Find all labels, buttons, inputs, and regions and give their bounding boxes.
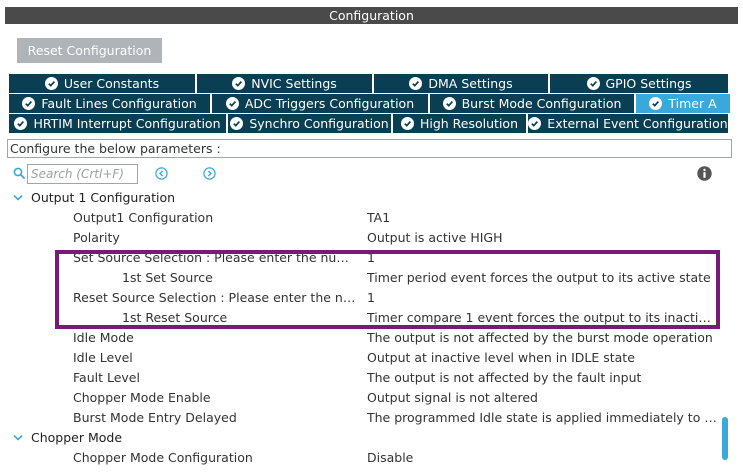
window-title: Configuration xyxy=(5,7,738,24)
tab-timer-a[interactable]: Timer A xyxy=(636,94,730,113)
parameter-name: Idle Level xyxy=(73,350,133,365)
check-circle-icon xyxy=(400,117,414,130)
parameter-row[interactable]: 1st Set Source Timer period event forces … xyxy=(0,268,720,288)
parameter-value[interactable]: Timer period event forces the output to … xyxy=(367,268,717,288)
tab-label: HRTIM Interrupt Configuration xyxy=(33,116,221,131)
tab-label: External Event Configuration xyxy=(547,116,728,131)
parameter-row[interactable]: Burst Mode Entry Delayed The programmed I… xyxy=(0,408,720,428)
parameter-row[interactable]: Output1 Configuration TA1 xyxy=(0,208,720,228)
check-circle-icon xyxy=(22,97,36,110)
parameter-row[interactable]: Reset Source Selection : Please enter th… xyxy=(0,288,720,308)
parameter-row[interactable]: Idle Level Output at inactive level when … xyxy=(0,348,720,368)
parameter-row[interactable]: Fault Level The output is not affected by… xyxy=(0,368,720,388)
parameter-value[interactable]: 1 xyxy=(367,288,717,308)
parameter-value[interactable]: TA1 xyxy=(367,208,717,228)
group-label: Chopper Mode xyxy=(31,430,123,445)
chevron-down-icon[interactable] xyxy=(13,434,23,442)
parameter-row[interactable]: 1st Reset Source Timer compare 1 event fo… xyxy=(0,308,720,328)
check-circle-icon xyxy=(649,97,663,110)
parameter-name: 1st Set Source xyxy=(122,270,213,285)
window-title-bar: Configuration xyxy=(0,0,743,28)
parameter-name: Set Source Selection : Please enter the … xyxy=(73,250,360,265)
parameter-value[interactable]: Output at inactive level when in IDLE st… xyxy=(367,348,717,368)
parameter-name: Chopper Mode Enable xyxy=(73,390,211,405)
search-input[interactable] xyxy=(27,164,138,184)
tab-label: NVIC Settings xyxy=(251,76,337,91)
parameter-name: Chopper Mode Configuration xyxy=(73,450,253,465)
tab-adc-triggers-configuration[interactable]: ADC Triggers Configuration xyxy=(212,94,430,113)
tab-label: Timer A xyxy=(668,96,717,111)
parameter-row[interactable]: Set Source Selection : Please enter the … xyxy=(0,248,720,268)
parameter-name: Output1 Configuration xyxy=(73,210,214,225)
parameters-hint: Configure the below parameters : xyxy=(7,139,732,158)
tab-label: High Resolution xyxy=(419,116,519,131)
tab-label: ADC Triggers Configuration xyxy=(244,96,415,111)
check-circle-icon xyxy=(14,117,28,130)
tree-group-row[interactable]: Chopper Mode xyxy=(0,428,720,448)
parameter-name: Polarity xyxy=(73,230,120,245)
circle-chevron-left-icon[interactable] xyxy=(155,167,168,180)
check-circle-icon xyxy=(586,77,600,90)
tab-gpio-settings[interactable]: GPIO Settings xyxy=(550,74,728,93)
tab-row: User Constants NVIC Settings DMA Settings G… xyxy=(9,74,728,93)
parameter-row[interactable]: Chopper Mode Enable Output signal is not … xyxy=(0,388,720,408)
tab-row: Fault Lines Configuration ADC Triggers Co… xyxy=(9,94,730,113)
tab-high-resolution[interactable]: High Resolution xyxy=(393,114,528,133)
tree-group-row[interactable]: Output 1 Configuration xyxy=(0,188,720,208)
parameter-value[interactable]: The output is not affected by the fault … xyxy=(367,368,717,388)
tab-dma-settings[interactable]: DMA Settings xyxy=(374,74,550,93)
parameter-name: Idle Mode xyxy=(73,330,134,345)
reset-configuration-button[interactable]: Reset Configuration xyxy=(17,38,162,63)
tab-hrtim-interrupt-configuration[interactable]: HRTIM Interrupt Configuration xyxy=(9,114,228,133)
parameter-value[interactable]: Output is active HIGH xyxy=(367,228,717,248)
group-label: Output 1 Configuration xyxy=(31,190,176,205)
check-circle-icon xyxy=(44,77,58,90)
tab-fault-lines-configuration[interactable]: Fault Lines Configuration xyxy=(9,94,212,113)
parameter-value[interactable]: The output is not affected by the burst … xyxy=(367,328,717,348)
tab-label: Synchro Configuration xyxy=(249,116,389,131)
parameter-value[interactable]: The programmed Idle state is applied imm… xyxy=(367,408,717,428)
parameter-value[interactable]: Timer compare 1 event forces the output … xyxy=(367,308,717,328)
tab-external-event-configuration[interactable]: External Event Configuration xyxy=(528,114,728,133)
info-icon[interactable] xyxy=(697,166,712,181)
check-circle-icon xyxy=(225,97,239,110)
tab-label: DMA Settings xyxy=(428,76,513,91)
tab-burst-mode-configuration[interactable]: Burst Mode Configuration xyxy=(430,94,636,113)
check-circle-icon xyxy=(442,97,456,110)
parameter-name: 1st Reset Source xyxy=(122,310,228,325)
search-icon xyxy=(13,167,25,179)
tab-label: Burst Mode Configuration xyxy=(461,96,622,111)
parameter-row[interactable]: Idle Mode The output is not affected by t… xyxy=(0,328,720,348)
parameter-value[interactable]: Output signal is not altered xyxy=(367,388,717,408)
check-circle-icon xyxy=(230,117,244,130)
parameter-row[interactable]: Chopper Mode Configuration Disable xyxy=(0,448,720,468)
tab-row: HRTIM Interrupt Configuration Synchro Con… xyxy=(9,114,728,133)
check-circle-icon xyxy=(409,77,423,90)
tab-label: Fault Lines Configuration xyxy=(41,96,197,111)
tab-label: GPIO Settings xyxy=(605,76,692,91)
tab-nvic-settings[interactable]: NVIC Settings xyxy=(197,74,374,93)
circle-chevron-right-icon[interactable] xyxy=(203,167,216,180)
tab-user-constants[interactable]: User Constants xyxy=(9,74,197,93)
chevron-down-icon[interactable] xyxy=(13,194,23,202)
parameter-row[interactable]: Polarity Output is active HIGH xyxy=(0,228,720,248)
check-circle-icon xyxy=(528,117,542,130)
parameter-value[interactable]: Disable xyxy=(367,448,717,468)
parameter-name: Fault Level xyxy=(73,370,140,385)
parameter-name: Reset Source Selection : Please enter th… xyxy=(73,290,360,305)
tab-label: User Constants xyxy=(63,76,160,91)
check-circle-icon xyxy=(232,77,246,90)
scrollbar-thumb[interactable] xyxy=(722,417,728,460)
tab-synchro-configuration[interactable]: Synchro Configuration xyxy=(228,114,393,133)
parameter-name: Burst Mode Entry Delayed xyxy=(73,410,237,425)
parameter-value[interactable]: 1 xyxy=(367,248,717,268)
